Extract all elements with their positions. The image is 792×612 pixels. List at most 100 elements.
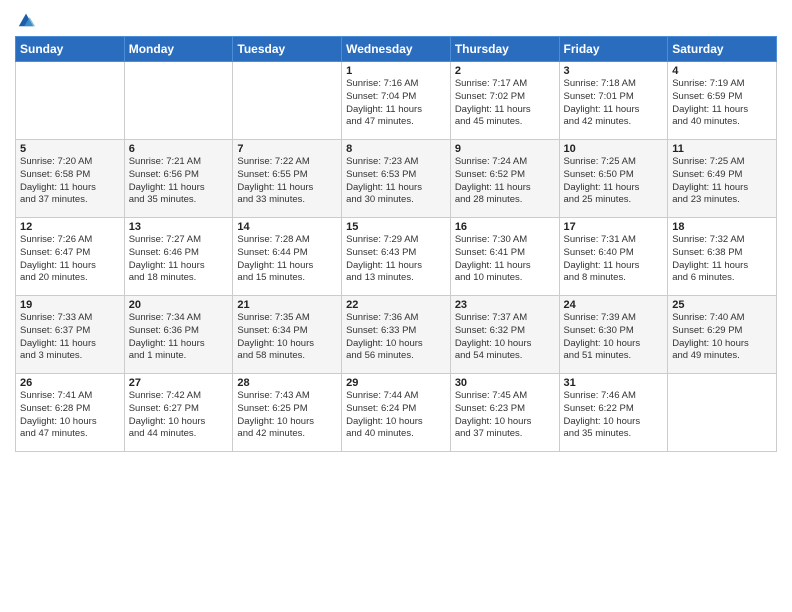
day-number: 2 xyxy=(455,65,555,77)
day-number: 12 xyxy=(20,221,120,233)
day-info: Sunrise: 7:20 AM Sunset: 6:58 PM Dayligh… xyxy=(20,156,120,207)
calendar-week-3: 12Sunrise: 7:26 AM Sunset: 6:47 PM Dayli… xyxy=(16,218,777,296)
calendar-cell: 3Sunrise: 7:18 AM Sunset: 7:01 PM Daylig… xyxy=(559,62,668,140)
calendar-cell: 17Sunrise: 7:31 AM Sunset: 6:40 PM Dayli… xyxy=(559,218,668,296)
day-info: Sunrise: 7:35 AM Sunset: 6:34 PM Dayligh… xyxy=(237,312,337,363)
calendar-cell: 22Sunrise: 7:36 AM Sunset: 6:33 PM Dayli… xyxy=(342,296,451,374)
calendar-cell: 10Sunrise: 7:25 AM Sunset: 6:50 PM Dayli… xyxy=(559,140,668,218)
calendar-body: 1Sunrise: 7:16 AM Sunset: 7:04 PM Daylig… xyxy=(16,62,777,452)
calendar-cell: 23Sunrise: 7:37 AM Sunset: 6:32 PM Dayli… xyxy=(450,296,559,374)
weekday-header-tuesday: Tuesday xyxy=(233,37,342,62)
day-info: Sunrise: 7:43 AM Sunset: 6:25 PM Dayligh… xyxy=(237,390,337,441)
day-number: 27 xyxy=(129,377,229,389)
day-info: Sunrise: 7:22 AM Sunset: 6:55 PM Dayligh… xyxy=(237,156,337,207)
calendar-cell: 24Sunrise: 7:39 AM Sunset: 6:30 PM Dayli… xyxy=(559,296,668,374)
day-number: 11 xyxy=(672,143,772,155)
day-number: 18 xyxy=(672,221,772,233)
calendar-cell: 5Sunrise: 7:20 AM Sunset: 6:58 PM Daylig… xyxy=(16,140,125,218)
day-number: 23 xyxy=(455,299,555,311)
header xyxy=(15,10,777,28)
calendar-cell: 7Sunrise: 7:22 AM Sunset: 6:55 PM Daylig… xyxy=(233,140,342,218)
day-info: Sunrise: 7:36 AM Sunset: 6:33 PM Dayligh… xyxy=(346,312,446,363)
calendar-cell: 6Sunrise: 7:21 AM Sunset: 6:56 PM Daylig… xyxy=(124,140,233,218)
calendar-cell: 14Sunrise: 7:28 AM Sunset: 6:44 PM Dayli… xyxy=(233,218,342,296)
calendar-cell: 11Sunrise: 7:25 AM Sunset: 6:49 PM Dayli… xyxy=(668,140,777,218)
weekday-header-friday: Friday xyxy=(559,37,668,62)
day-number: 6 xyxy=(129,143,229,155)
day-info: Sunrise: 7:41 AM Sunset: 6:28 PM Dayligh… xyxy=(20,390,120,441)
logo xyxy=(15,10,35,28)
calendar-cell: 12Sunrise: 7:26 AM Sunset: 6:47 PM Dayli… xyxy=(16,218,125,296)
calendar-cell xyxy=(233,62,342,140)
calendar-cell: 13Sunrise: 7:27 AM Sunset: 6:46 PM Dayli… xyxy=(124,218,233,296)
day-number: 21 xyxy=(237,299,337,311)
day-info: Sunrise: 7:16 AM Sunset: 7:04 PM Dayligh… xyxy=(346,78,446,129)
day-info: Sunrise: 7:25 AM Sunset: 6:49 PM Dayligh… xyxy=(672,156,772,207)
calendar-cell: 29Sunrise: 7:44 AM Sunset: 6:24 PM Dayli… xyxy=(342,374,451,452)
calendar-week-1: 1Sunrise: 7:16 AM Sunset: 7:04 PM Daylig… xyxy=(16,62,777,140)
calendar-header: SundayMondayTuesdayWednesdayThursdayFrid… xyxy=(16,37,777,62)
weekday-header-row: SundayMondayTuesdayWednesdayThursdayFrid… xyxy=(16,37,777,62)
calendar-cell: 27Sunrise: 7:42 AM Sunset: 6:27 PM Dayli… xyxy=(124,374,233,452)
calendar-week-2: 5Sunrise: 7:20 AM Sunset: 6:58 PM Daylig… xyxy=(16,140,777,218)
calendar-cell: 19Sunrise: 7:33 AM Sunset: 6:37 PM Dayli… xyxy=(16,296,125,374)
day-number: 29 xyxy=(346,377,446,389)
day-number: 19 xyxy=(20,299,120,311)
day-number: 28 xyxy=(237,377,337,389)
day-info: Sunrise: 7:33 AM Sunset: 6:37 PM Dayligh… xyxy=(20,312,120,363)
calendar-cell: 18Sunrise: 7:32 AM Sunset: 6:38 PM Dayli… xyxy=(668,218,777,296)
weekday-header-thursday: Thursday xyxy=(450,37,559,62)
day-number: 15 xyxy=(346,221,446,233)
day-info: Sunrise: 7:24 AM Sunset: 6:52 PM Dayligh… xyxy=(455,156,555,207)
day-info: Sunrise: 7:45 AM Sunset: 6:23 PM Dayligh… xyxy=(455,390,555,441)
day-info: Sunrise: 7:25 AM Sunset: 6:50 PM Dayligh… xyxy=(564,156,664,207)
day-number: 22 xyxy=(346,299,446,311)
calendar-cell: 25Sunrise: 7:40 AM Sunset: 6:29 PM Dayli… xyxy=(668,296,777,374)
logo-icon xyxy=(17,10,35,28)
day-number: 13 xyxy=(129,221,229,233)
day-number: 3 xyxy=(564,65,664,77)
day-number: 9 xyxy=(455,143,555,155)
day-info: Sunrise: 7:46 AM Sunset: 6:22 PM Dayligh… xyxy=(564,390,664,441)
day-number: 17 xyxy=(564,221,664,233)
day-number: 16 xyxy=(455,221,555,233)
day-number: 20 xyxy=(129,299,229,311)
day-info: Sunrise: 7:18 AM Sunset: 7:01 PM Dayligh… xyxy=(564,78,664,129)
day-info: Sunrise: 7:34 AM Sunset: 6:36 PM Dayligh… xyxy=(129,312,229,363)
calendar-cell xyxy=(16,62,125,140)
day-number: 30 xyxy=(455,377,555,389)
day-number: 31 xyxy=(564,377,664,389)
day-number: 4 xyxy=(672,65,772,77)
calendar-cell xyxy=(668,374,777,452)
day-number: 7 xyxy=(237,143,337,155)
weekday-header-saturday: Saturday xyxy=(668,37,777,62)
day-info: Sunrise: 7:28 AM Sunset: 6:44 PM Dayligh… xyxy=(237,234,337,285)
calendar-cell: 16Sunrise: 7:30 AM Sunset: 6:41 PM Dayli… xyxy=(450,218,559,296)
day-number: 26 xyxy=(20,377,120,389)
day-number: 1 xyxy=(346,65,446,77)
day-info: Sunrise: 7:26 AM Sunset: 6:47 PM Dayligh… xyxy=(20,234,120,285)
calendar-cell: 28Sunrise: 7:43 AM Sunset: 6:25 PM Dayli… xyxy=(233,374,342,452)
day-info: Sunrise: 7:42 AM Sunset: 6:27 PM Dayligh… xyxy=(129,390,229,441)
day-number: 8 xyxy=(346,143,446,155)
calendar-cell: 9Sunrise: 7:24 AM Sunset: 6:52 PM Daylig… xyxy=(450,140,559,218)
day-number: 10 xyxy=(564,143,664,155)
day-number: 5 xyxy=(20,143,120,155)
page: SundayMondayTuesdayWednesdayThursdayFrid… xyxy=(0,0,792,612)
day-number: 14 xyxy=(237,221,337,233)
calendar-cell: 20Sunrise: 7:34 AM Sunset: 6:36 PM Dayli… xyxy=(124,296,233,374)
day-info: Sunrise: 7:39 AM Sunset: 6:30 PM Dayligh… xyxy=(564,312,664,363)
weekday-header-monday: Monday xyxy=(124,37,233,62)
calendar-week-5: 26Sunrise: 7:41 AM Sunset: 6:28 PM Dayli… xyxy=(16,374,777,452)
day-info: Sunrise: 7:31 AM Sunset: 6:40 PM Dayligh… xyxy=(564,234,664,285)
calendar-cell: 4Sunrise: 7:19 AM Sunset: 6:59 PM Daylig… xyxy=(668,62,777,140)
day-info: Sunrise: 7:27 AM Sunset: 6:46 PM Dayligh… xyxy=(129,234,229,285)
weekday-header-sunday: Sunday xyxy=(16,37,125,62)
day-info: Sunrise: 7:23 AM Sunset: 6:53 PM Dayligh… xyxy=(346,156,446,207)
calendar-cell: 21Sunrise: 7:35 AM Sunset: 6:34 PM Dayli… xyxy=(233,296,342,374)
day-info: Sunrise: 7:21 AM Sunset: 6:56 PM Dayligh… xyxy=(129,156,229,207)
calendar-cell: 8Sunrise: 7:23 AM Sunset: 6:53 PM Daylig… xyxy=(342,140,451,218)
calendar-cell: 1Sunrise: 7:16 AM Sunset: 7:04 PM Daylig… xyxy=(342,62,451,140)
day-info: Sunrise: 7:44 AM Sunset: 6:24 PM Dayligh… xyxy=(346,390,446,441)
calendar-week-4: 19Sunrise: 7:33 AM Sunset: 6:37 PM Dayli… xyxy=(16,296,777,374)
